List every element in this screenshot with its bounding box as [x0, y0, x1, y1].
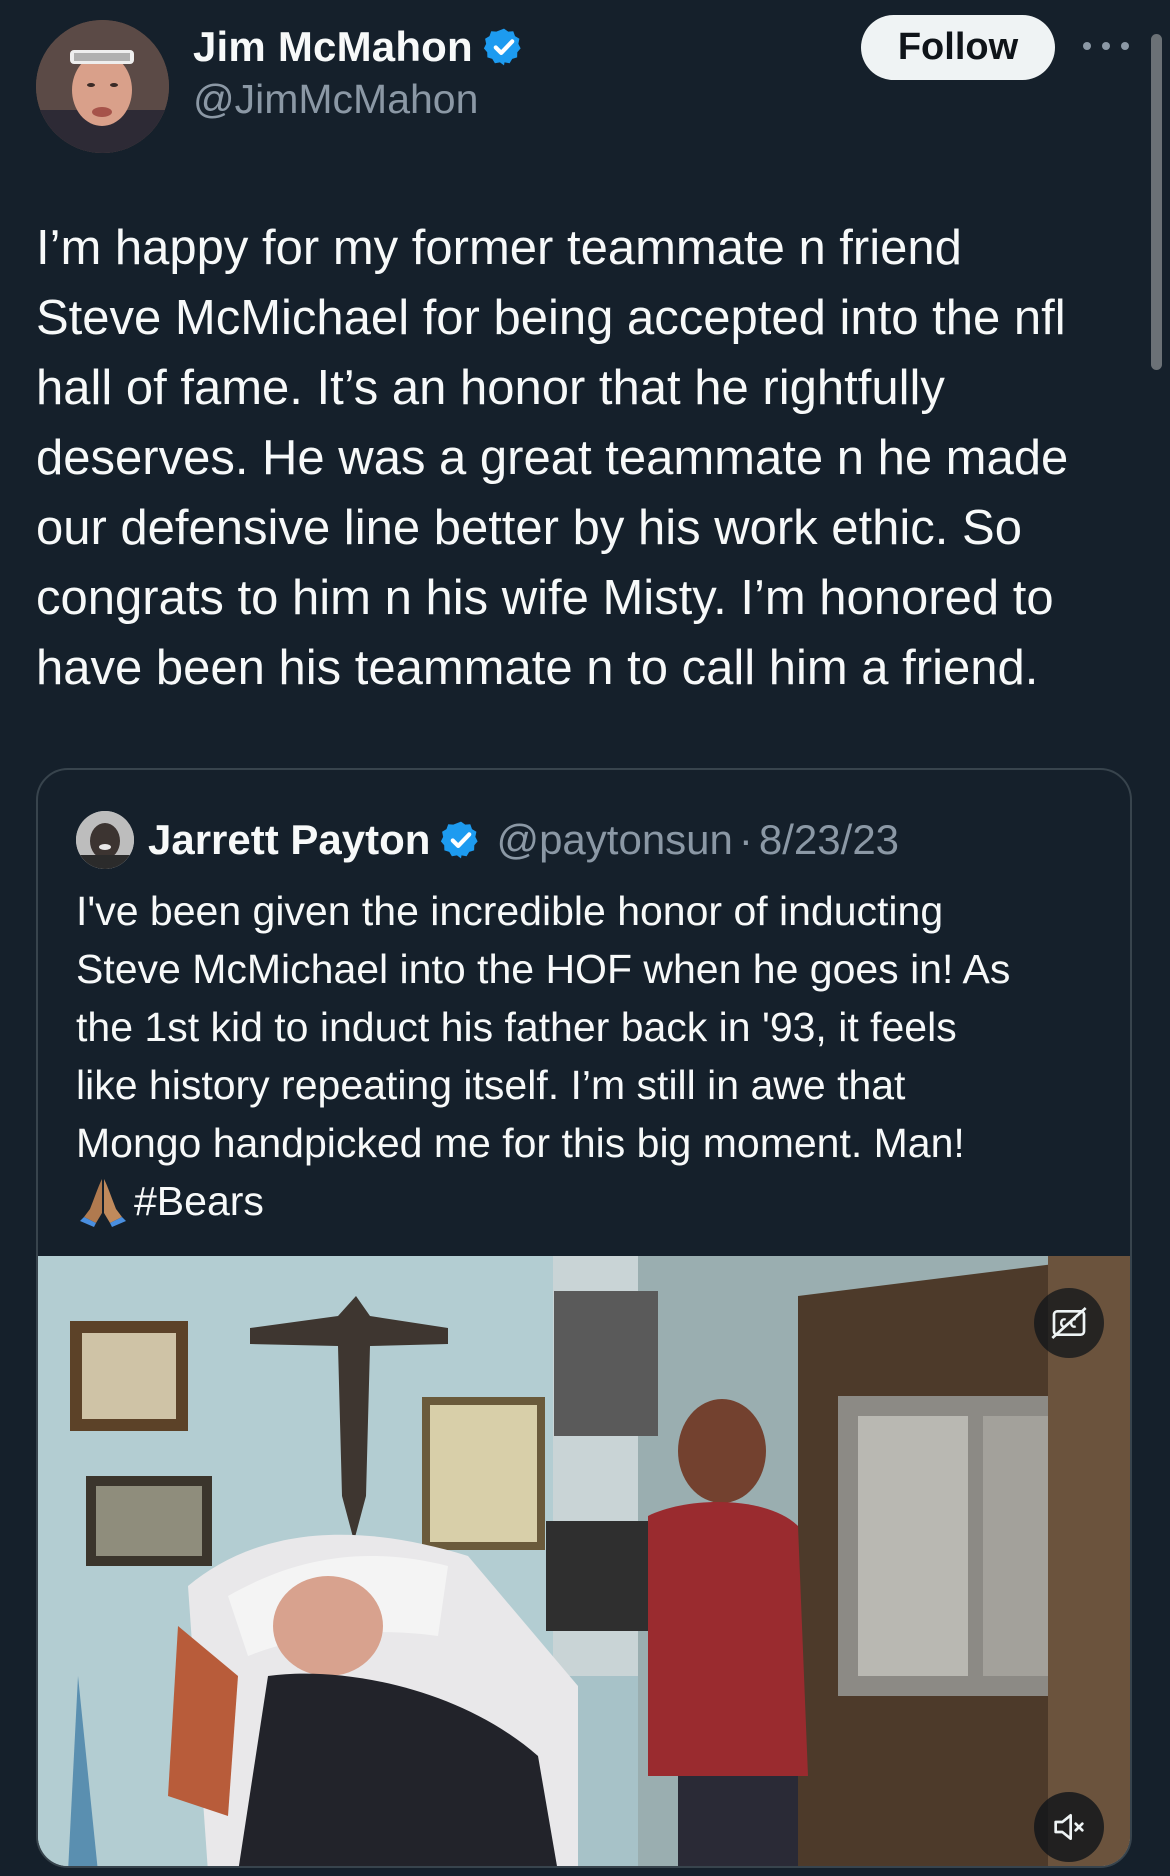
- quoted-tweet[interactable]: Jarrett Payton @paytonsun · 8/23/23 I've…: [36, 768, 1132, 1868]
- quoted-verified-badge-icon: [440, 819, 482, 861]
- tweet-text: I’m happy for my former teammate n frien…: [36, 221, 1069, 695]
- quoted-author-name[interactable]: Jarrett Payton: [148, 816, 430, 864]
- quoted-tweet-header: Jarrett Payton @paytonsun · 8/23/23: [76, 810, 899, 870]
- quoted-tweet-date[interactable]: 8/23/23: [759, 816, 899, 864]
- author-handle[interactable]: @JimMcMahon: [193, 76, 478, 123]
- closed-captions-off-icon[interactable]: [1034, 1288, 1104, 1358]
- quoted-tweet-text: I've been given the incredible honor of …: [76, 882, 1096, 1230]
- author-name-row: Jim McMahon: [193, 20, 525, 74]
- more-horizontal-icon[interactable]: [1083, 30, 1129, 62]
- folded-hands-emoji-icon: [76, 1173, 130, 1227]
- volume-muted-icon[interactable]: [1034, 1792, 1104, 1862]
- quoted-author-handle[interactable]: @paytonsun: [496, 816, 732, 864]
- bears-hashtag-link[interactable]: #Bears: [134, 1178, 264, 1224]
- tweet-header: Jim McMahon @JimMcMahon Follow: [0, 0, 1170, 160]
- author-avatar[interactable]: [36, 20, 169, 153]
- video-player[interactable]: [38, 1256, 1130, 1866]
- quoted-tweet-body: I've been given the incredible honor of …: [76, 888, 1011, 1166]
- verified-badge-icon[interactable]: [483, 26, 525, 68]
- author-display-name[interactable]: Jim McMahon: [193, 23, 473, 71]
- avatar-photo: [36, 20, 169, 153]
- follow-button[interactable]: Follow: [861, 15, 1055, 80]
- separator-dot: ·: [738, 816, 753, 863]
- quoted-author-avatar[interactable]: [76, 811, 134, 869]
- video-frame: [38, 1256, 1130, 1866]
